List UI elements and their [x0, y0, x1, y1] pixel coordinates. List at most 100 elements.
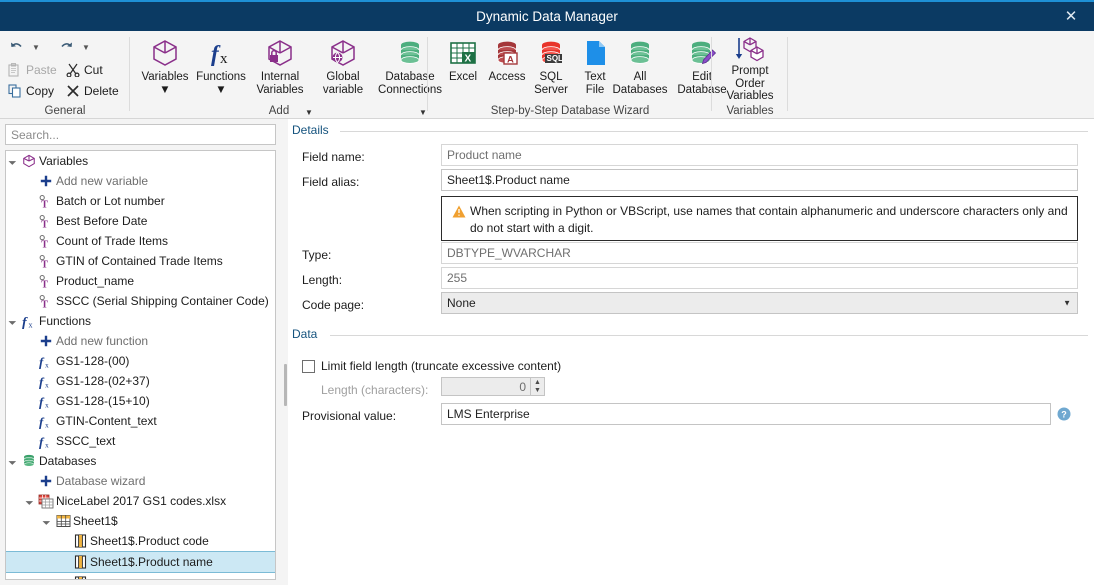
chevron-down-icon[interactable]: ▼ — [1063, 299, 1071, 308]
redo-button[interactable]: ▼ — [58, 39, 90, 55]
cube-icon — [150, 35, 180, 71]
cut-button[interactable]: Cut — [64, 62, 103, 78]
data-group-divider — [330, 335, 1088, 336]
expander-icon[interactable]: ◢ — [6, 314, 20, 329]
expander-icon[interactable]: ◢ — [6, 454, 20, 469]
paste-icon — [6, 62, 23, 78]
tree-item-label: Count of Trade Items — [56, 234, 169, 248]
undo-caret-icon[interactable]: ▼ — [32, 43, 40, 52]
fx-icon: fx — [19, 314, 39, 329]
delete-label: Delete — [84, 84, 119, 98]
variable-icon: T — [36, 254, 56, 269]
fx-small-icon: fx — [36, 414, 56, 429]
tree-item[interactable]: ◢ Databases — [6, 451, 275, 471]
tree-item[interactable]: ◢ f x Functions — [6, 311, 275, 331]
tree-item-label: Sheet1$ — [73, 514, 118, 528]
workbook-icon — [36, 494, 56, 509]
tree-item[interactable]: Database wizard — [6, 471, 275, 491]
ribbon-group-wizard-label: Step-by-Step Database Wizard — [490, 105, 650, 117]
prompt-order-icon — [734, 35, 766, 65]
tree-item[interactable]: T SSCC (Serial Shipping Container Code) — [6, 291, 275, 311]
tree-item[interactable]: f x GS1-128-(02+37) — [6, 371, 275, 391]
expander-icon[interactable]: ◢ — [22, 494, 37, 509]
paste-button[interactable]: Paste — [6, 62, 57, 78]
svg-text:x: x — [45, 380, 49, 389]
all-databases-icon — [625, 35, 655, 71]
access-icon: A — [492, 35, 522, 71]
svg-text:T: T — [41, 299, 48, 309]
sidebar-panel: ◢ Variables Add new variable T Batch or Lot … — [0, 119, 283, 585]
add-variables-caret-icon[interactable]: ▼ — [159, 84, 170, 97]
tree-item[interactable]: T Batch or Lot number — [6, 191, 275, 211]
svg-text:f: f — [22, 315, 28, 329]
svg-text:?: ? — [1061, 410, 1067, 420]
limit-field-length-checkbox[interactable] — [302, 360, 315, 373]
tree-item[interactable]: f x GS1-128-(15+10) — [6, 391, 275, 411]
tree-item[interactable]: Sheet1$.Product code — [6, 531, 275, 551]
tree-item-label: Databases — [39, 454, 97, 468]
copy-button[interactable]: Copy — [6, 83, 54, 99]
length-characters-input[interactable]: 0 — [441, 377, 531, 396]
tree-item[interactable]: f x GS1-128-(00) — [6, 351, 275, 371]
tree-item[interactable]: T Best Before Date — [6, 211, 275, 231]
plus-icon — [36, 335, 56, 347]
splitter-grip[interactable] — [284, 364, 287, 406]
length-label: Length: — [302, 273, 343, 287]
field-name-value[interactable]: Product name — [441, 144, 1078, 166]
tree-item[interactable]: f x SSCC_text — [6, 431, 275, 451]
stepper-up-icon[interactable]: ▲ — [534, 379, 541, 387]
provisional-value-input[interactable]: LMS Enterprise — [441, 403, 1051, 425]
text-file-icon — [580, 35, 610, 71]
table-icon — [53, 514, 73, 528]
type-value[interactable]: DBTYPE_WVARCHAR — [441, 242, 1078, 264]
add-functions-caret-icon[interactable]: ▼ — [215, 84, 226, 97]
code-page-value: None — [447, 296, 476, 310]
close-icon[interactable]: ✕ — [1048, 2, 1094, 31]
tree-item[interactable]: ◢ Variables — [6, 151, 275, 171]
tree-item[interactable]: Add new variable — [6, 171, 275, 191]
variable-icon: T — [36, 294, 56, 309]
cut-icon — [64, 62, 81, 78]
prompt-order-variables-button[interactable]: Prompt Order Variables — [718, 35, 782, 102]
tree-item[interactable] — [6, 573, 275, 579]
tree-item[interactable]: T Product_name — [6, 271, 275, 291]
tree-item[interactable]: Add new function — [6, 331, 275, 351]
object-tree[interactable]: ◢ Variables Add new variable T Batch or Lot … — [5, 150, 276, 580]
details-group-title: Details — [292, 123, 335, 137]
add-internal-variables-button[interactable]: Internal Variables — [248, 35, 312, 101]
stepper-down-icon[interactable]: ▼ — [534, 387, 541, 395]
tree-item[interactable]: T GTIN of Contained Trade Items — [6, 251, 275, 271]
redo-caret-icon[interactable]: ▼ — [82, 43, 90, 52]
add-global-variable-button[interactable]: Global variable — [314, 35, 372, 101]
tree-item[interactable]: ◢ Sheet1$ — [6, 511, 275, 531]
tree-item-label: GS1-128-(15+10) — [56, 394, 150, 408]
help-icon[interactable]: ? — [1057, 407, 1071, 424]
search-input[interactable] — [6, 125, 275, 144]
tree-item-label: Best Before Date — [56, 214, 148, 228]
add-global-variable-label: Global variable — [322, 71, 364, 96]
field-alias-input[interactable]: Sheet1$.Product name — [441, 169, 1078, 191]
add-variables-button[interactable]: Variables ▼ — [136, 35, 194, 101]
tree-item[interactable]: f x GTIN-Content_text — [6, 411, 275, 431]
code-page-select[interactable]: None ▼ — [441, 292, 1078, 314]
delete-button[interactable]: Delete — [64, 83, 119, 99]
tree-item-selected[interactable]: Sheet1$.Product name — [6, 551, 275, 573]
svg-text:x: x — [45, 360, 49, 369]
add-functions-button[interactable]: f x Functions ▼ — [192, 35, 250, 101]
length-value[interactable]: 255 — [441, 267, 1078, 289]
field-name-label: Field name: — [302, 150, 365, 164]
variable-icon: T — [36, 194, 56, 209]
tree-item-label: Batch or Lot number — [56, 194, 165, 208]
expander-icon[interactable]: ◢ — [39, 514, 54, 529]
tree-item-label: Database wizard — [56, 474, 146, 488]
expander-icon[interactable]: ◢ — [6, 154, 20, 169]
tree-item[interactable]: ◢ NiceLabel 2017 GS1 codes.xlsx — [6, 491, 275, 511]
search-box[interactable] — [5, 124, 276, 145]
tree-item-label: SSCC (Serial Shipping Container Code) — [56, 294, 269, 308]
details-group-divider — [340, 131, 1088, 132]
length-characters-stepper[interactable]: ▲ ▼ — [531, 377, 545, 396]
fx-small-icon: fx — [36, 434, 56, 449]
undo-button[interactable]: ▼ — [8, 39, 40, 55]
tree-item[interactable]: T Count of Trade Items — [6, 231, 275, 251]
wizard-all-databases-button[interactable]: All Databases — [608, 35, 672, 101]
